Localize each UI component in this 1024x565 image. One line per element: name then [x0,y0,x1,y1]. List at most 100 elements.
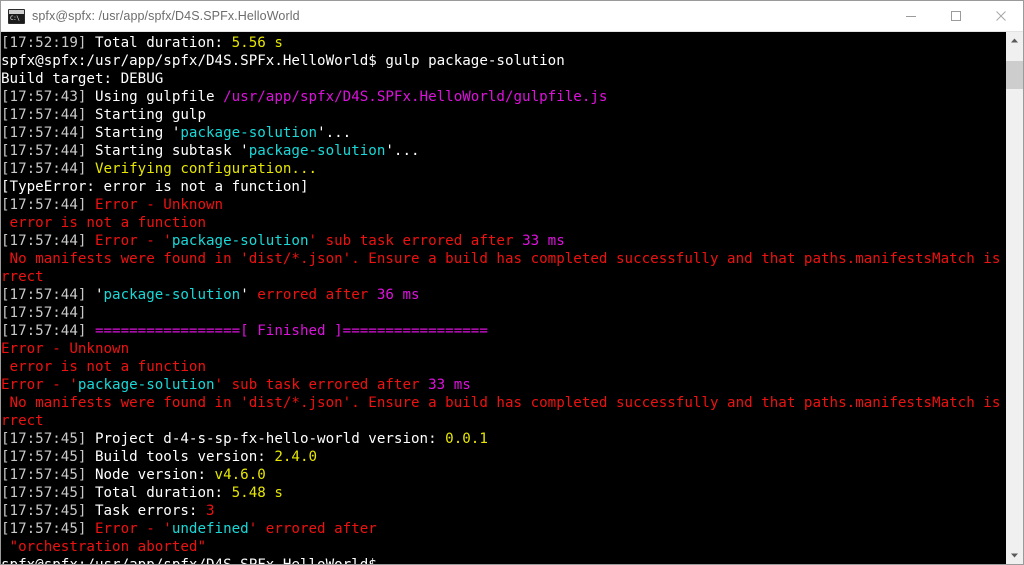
terminal-line-segment: v4.6.0 [214,467,266,483]
terminal-line-segment: Build target: DEBUG [1,71,164,87]
terminal-line-segment: '... [385,143,420,159]
terminal-line-segment: package-solution [77,377,215,393]
terminal-line-segment: Task errors: [86,503,207,519]
terminal-line-segment: [TypeError: error is not a function] [1,179,309,195]
terminal-line-segment: error is not a function [1,359,206,375]
terminal-app-icon: C:\ [8,8,25,24]
terminal-line-segment: Total duration: [86,35,232,51]
terminal-line-segment: 5.56 s [231,35,283,51]
terminal-line-segment: Error - ' [94,233,172,249]
terminal-line: [17:57:44] =================[ Finished ]… [1,322,1005,340]
terminal-line: No manifests were found in 'dist/*.json'… [1,250,1005,268]
terminal-line-segment: undefined [171,521,249,537]
terminal-line-segment: [17:57:44] [1,323,87,339]
close-button[interactable] [978,1,1023,31]
window-controls [888,1,1023,31]
terminal-line: [TypeError: error is not a function] [1,178,1005,196]
terminal-output-pane[interactable]: [17:52:19] Total duration: 5.56 s spfx@sp… [1,32,1005,564]
terminal-line-segment: [17:57:44] [1,287,87,303]
scroll-up-arrow-icon [1011,38,1018,43]
terminal-line-segment: [17:57:44] [1,125,87,141]
terminal-line-segment: /usr/app/spfx/D4S.SPFx.HelloWorld/gulpfi… [223,89,608,105]
terminal-scrollbar[interactable] [1005,32,1023,564]
terminal-line-segment: Starting subtask ' [86,143,249,159]
terminal-line: [17:57:44] Starting gulp [1,106,1005,124]
terminal-line-segment: 5.48 s [231,485,283,501]
terminal-line-segment: [17:57:44] [1,143,87,159]
terminal-line: Error - Unknown [1,340,1005,358]
scroll-down-button[interactable] [1006,547,1023,564]
terminal-line-segment: [17:57:45] [1,449,87,465]
terminal-line-segment: Build tools version: [86,449,275,465]
terminal-line: [17:57:44] [1,304,1005,322]
terminal-line-segment: [17:57:45] [1,485,87,501]
terminal-line-segment: 33 ms [428,377,471,393]
terminal-line-segment: [17:52:19] [1,35,87,51]
terminal-line-segment: [17:57:45] [1,503,87,519]
terminal-line-segment: Error - ' [94,521,172,537]
terminal-line-segment: No manifests were found in 'dist/*.json'… [1,395,1005,411]
title-bar[interactable]: C:\ spfx@spfx: /usr/app/spfx/D4S.SPFx.He… [1,1,1023,31]
terminal-line-segment: [17:57:45] [1,521,87,537]
terminal-line-segment: error is not a function [1,215,206,231]
terminal-line-segment: [17:57:45] [1,467,87,483]
terminal-line-segment [86,161,95,177]
icon-console-glyph: C:\ [9,13,24,23]
scrollbar-track[interactable] [1006,49,1023,547]
terminal-line-segment: Using gulpfile [86,89,224,105]
terminal-line: rrect [1,412,1005,430]
terminal-line-segment: package-solution [171,233,309,249]
terminal-line: [17:57:45] Error - 'undefined' errored a… [1,520,1005,538]
terminal-line-segment: [17:57:43] [1,89,87,105]
terminal-line-segment: Error - ' [1,377,78,393]
terminal-line: error is not a function [1,214,1005,232]
terminal-line: [17:57:44] Error - 'package-solution' su… [1,232,1005,250]
terminal-line-segment: '... [317,125,352,141]
maximize-button[interactable] [933,1,978,31]
terminal-line-segment: 36 ms [376,287,420,303]
maximize-icon [950,11,961,21]
terminal-line-segment: Project d-4-s-sp-fx-hello-world version: [86,431,446,447]
terminal-line: "orchestration aborted" [1,538,1005,556]
terminal-line-segment: ' [240,287,258,303]
terminal-line-segment: rrect [1,413,44,429]
terminal-line: [17:57:45] Build tools version: 2.4.0 [1,448,1005,466]
terminal-line-segment: ' sub task errored after [308,233,523,249]
terminal-line-segment: Error - Unknown [94,197,224,213]
terminal-line-segment: errored after [257,287,377,303]
terminal-line-segment: Node version: [86,467,215,483]
terminal-line: Build target: DEBUG [1,70,1005,88]
terminal-line: [17:57:45] Node version: v4.6.0 [1,466,1005,484]
terminal-line-segment [86,197,95,213]
terminal-line-segment: [17:57:44] [1,233,87,249]
terminal-line-segment: No manifests were found in 'dist/*.json'… [1,251,1005,267]
close-icon [995,11,1006,21]
terminal-line-segment: "orchestration aborted" [1,539,206,555]
terminal-line-segment: spfx@spfx:/usr/app/spfx/D4S.SPFx.HelloWo… [1,557,377,564]
terminal-line-segment: 3 [206,503,215,519]
terminal-line-segment: package-solution [180,125,318,141]
terminal-line-segment: [17:57:44] [1,197,87,213]
scroll-up-button[interactable] [1006,32,1023,49]
terminal-line-segment: Starting gulp [86,107,207,123]
terminal-line: spfx@spfx:/usr/app/spfx/D4S.SPFx.HelloWo… [1,556,1005,564]
terminal-line-segment: 33 ms [522,233,565,249]
terminal-line-segment: package-solution [103,287,241,303]
terminal-line: [17:57:45] Task errors: 3 [1,502,1005,520]
terminal-line: [17:57:44] 'package-solution' errored af… [1,286,1005,304]
terminal-text: [17:52:19] Total duration: 5.56 s spfx@sp… [1,32,1005,564]
minimize-button[interactable] [888,1,933,31]
terminal-line-segment: 2.4.0 [274,449,318,465]
terminal-line-segment: =================[ Finished ]===========… [86,323,488,339]
window-title: spfx@spfx: /usr/app/spfx/D4S.SPFx.HelloW… [32,9,300,23]
terminal-line: [17:57:45] Total duration: 5.48 s [1,484,1005,502]
terminal-line-segment: Error - Unknown [1,341,130,357]
minimize-icon [905,16,916,17]
terminal-line: [17:57:44] Starting subtask 'package-sol… [1,142,1005,160]
terminal-line-segment: [17:57:44] [1,305,87,321]
terminal-line: [17:57:44] Verifying configuration... [1,160,1005,178]
scrollbar-thumb[interactable] [1006,61,1023,89]
terminal-line: rrect [1,268,1005,286]
terminal-line-segment: Verifying configuration... [94,161,318,177]
terminal-line: No manifests were found in 'dist/*.json'… [1,394,1005,412]
